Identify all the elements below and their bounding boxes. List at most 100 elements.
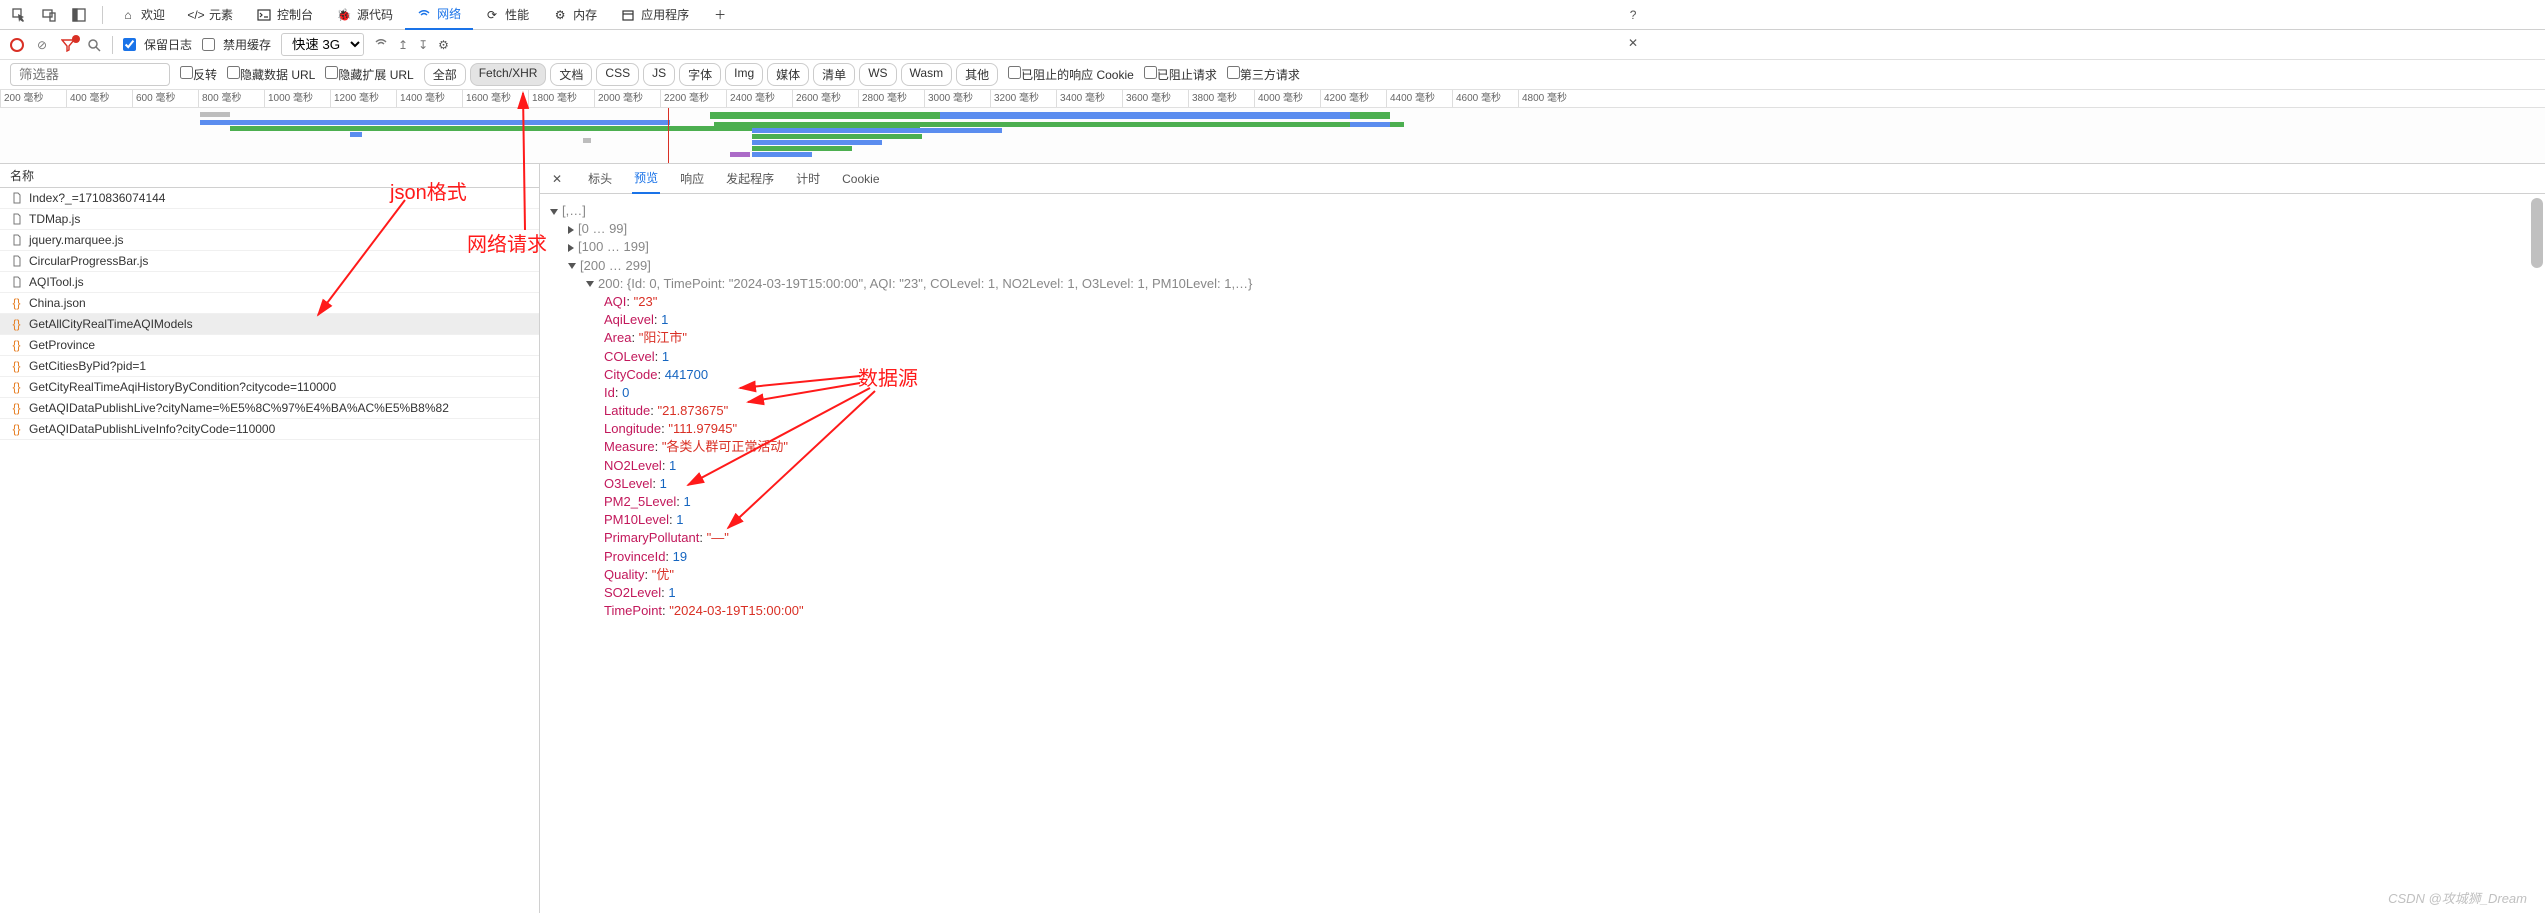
json-icon: {} [10,360,23,373]
download-icon[interactable]: ↧ [418,38,428,52]
json-icon: {} [10,339,23,352]
clear-icon[interactable]: ⊘ [34,37,50,53]
json-icon: {} [10,381,23,394]
file-icon [10,234,23,247]
preview-root: [,…] [562,203,586,218]
chip-font[interactable]: 字体 [679,63,721,86]
chip-other[interactable]: 其他 [956,63,998,86]
request-row[interactable]: TDMap.js [0,209,539,230]
chip-css[interactable]: CSS [596,63,639,86]
preview-pane[interactable]: [,…] [0 … 99] [100 … 199] [200 … 299] 20… [540,194,2545,913]
request-name: CircularProgressBar.js [29,254,148,268]
filter-icon[interactable] [60,37,76,53]
request-name: AQITool.js [29,275,84,289]
request-row[interactable]: {}GetAQIDataPublishLive?cityName=%E5%8C%… [0,398,539,419]
detail-tab-timing[interactable]: 计时 [794,164,822,194]
search-icon[interactable] [86,37,102,53]
chip-media[interactable]: 媒体 [767,63,809,86]
tab-welcome[interactable]: ⌂欢迎 [109,0,177,30]
ruler-tick: 2800 毫秒 [858,90,924,107]
detail-tab-headers[interactable]: 标头 [586,164,614,194]
ruler-tick: 4400 毫秒 [1386,90,1452,107]
detail-tab-initiator[interactable]: 发起程序 [724,164,776,194]
ruler-tick: 600 毫秒 [132,90,198,107]
preview-field: SO2Level: 1 [550,584,2535,602]
tab-performance[interactable]: ⟳性能 [473,0,541,30]
ruler-tick: 2400 毫秒 [726,90,792,107]
request-row[interactable]: jquery.marquee.js [0,230,539,251]
request-row[interactable]: {}GetAQIDataPublishLiveInfo?cityCode=110… [0,419,539,440]
tab-memory[interactable]: ⚙内存 [541,0,609,30]
ruler-tick: 1400 毫秒 [396,90,462,107]
upload-icon[interactable]: ↥ [398,38,408,52]
preserve-log-checkbox[interactable]: 保留日志 [123,36,192,53]
disable-cache-checkbox[interactable]: 禁用缓存 [202,36,271,53]
hide-data-urls-checkbox[interactable]: 隐藏数据 URL [227,66,315,83]
detail-tab-preview[interactable]: 预览 [632,164,660,194]
memory-icon: ⚙ [553,8,567,22]
tab-elements[interactable]: </>元素 [177,0,245,30]
chip-manifest[interactable]: 清单 [813,63,855,86]
request-row[interactable]: {}GetCitiesByPid?pid=1 [0,356,539,377]
request-row[interactable]: {}GetCityRealTimeAqiHistoryByCondition?c… [0,377,539,398]
resource-type-chips: 全部 Fetch/XHR 文档 CSS JS 字体 Img 媒体 清单 WS W… [424,63,998,86]
request-row[interactable]: AQITool.js [0,272,539,293]
detail-tabs: ✕ 标头 预览 响应 发起程序 计时 Cookie [540,164,2545,194]
dock-icon[interactable] [66,2,92,28]
detail-tab-cookies[interactable]: Cookie [840,164,881,194]
chip-wasm[interactable]: Wasm [901,63,953,86]
settings-gear-icon[interactable]: ⚙ [438,38,2531,52]
request-name: GetAllCityRealTimeAQIModels [29,317,193,331]
chip-img[interactable]: Img [725,63,763,86]
invert-checkbox[interactable]: 反转 [180,66,217,83]
requests-pane: 名称 Index?_=1710836074144TDMap.jsjquery.m… [0,164,540,913]
blocked-requests-checkbox[interactable]: 已阻止请求 [1144,66,1217,83]
record-button[interactable] [10,38,24,52]
ruler-tick: 2600 毫秒 [792,90,858,107]
ruler-tick: 4000 毫秒 [1254,90,1320,107]
chip-ws[interactable]: WS [859,63,896,86]
ruler-tick: 3400 毫秒 [1056,90,1122,107]
network-conditions-icon[interactable] [374,36,388,53]
tab-add[interactable]: ＋ [701,0,739,30]
tab-application[interactable]: 应用程序 [609,0,701,30]
ruler-tick: 2000 毫秒 [594,90,660,107]
chip-fetch-xhr[interactable]: Fetch/XHR [470,63,547,86]
chip-js[interactable]: JS [643,63,675,86]
tab-application-label: 应用程序 [641,6,689,23]
tab-sources-label: 源代码 [357,6,393,23]
bug-icon: 🐞 [337,8,351,22]
request-row[interactable]: CircularProgressBar.js [0,251,539,272]
tab-console[interactable]: 控制台 [245,0,325,30]
json-icon: {} [10,402,23,415]
device-icon[interactable] [36,2,62,28]
arrow-net-request [500,85,540,235]
tab-sources[interactable]: 🐞 源代码 [325,0,405,30]
detail-tab-response[interactable]: 响应 [678,164,706,194]
tab-network[interactable]: 网络 [405,0,473,30]
third-party-checkbox[interactable]: 第三方请求 [1227,66,1300,83]
timeline-ruler[interactable]: 200 毫秒400 毫秒600 毫秒800 毫秒1000 毫秒1200 毫秒14… [0,90,2545,108]
request-row[interactable]: Index?_=1710836074144 [0,188,539,209]
ruler-tick: 1200 毫秒 [330,90,396,107]
waterfall-overview[interactable] [0,108,2545,164]
hide-ext-urls-checkbox[interactable]: 隐藏扩展 URL [325,66,413,83]
request-row[interactable]: {}GetAllCityRealTimeAQIModels [0,314,539,335]
chip-doc[interactable]: 文档 [550,63,592,86]
inspect-icon[interactable] [6,2,32,28]
chip-all[interactable]: 全部 [424,63,466,86]
arrow-json-format [310,195,430,325]
help-icon[interactable]: ? [1630,8,1637,22]
request-row[interactable]: {} GetProvince [0,335,539,356]
request-row[interactable]: {}China.json [0,293,539,314]
close-detail-icon[interactable]: ✕ [552,172,562,186]
filter-input[interactable] [10,63,170,86]
scrollbar[interactable] [2531,198,2543,268]
throttle-select[interactable]: 快速 3G [281,33,364,56]
preview-field: Quality: "优" [550,566,2535,584]
request-name: GetAQIDataPublishLiveInfo?cityCode=11000… [29,422,275,436]
column-header-name[interactable]: 名称 [0,164,539,188]
request-name: GetProvince [29,338,95,352]
blocked-cookies-checkbox[interactable]: 已阻止的响应 Cookie [1008,66,1134,83]
preview-field: Area: "阳江市" [550,329,2535,347]
